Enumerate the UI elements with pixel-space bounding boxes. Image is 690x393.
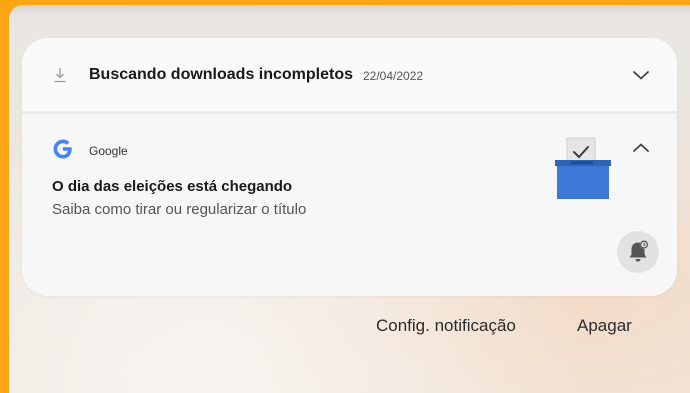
chevron-up-icon[interactable] (630, 138, 652, 158)
download-notification-date: 22/04/2022 (363, 69, 424, 83)
notification-settings-button[interactable]: Config. notificação (376, 316, 516, 336)
download-notification[interactable]: Buscando downloads incompletos 22/04/202… (22, 38, 677, 111)
bell-snooze-icon (629, 240, 649, 262)
ballot-box-icon (553, 134, 615, 202)
chevron-down-icon[interactable] (630, 65, 652, 85)
download-icon (52, 66, 68, 84)
clear-button[interactable]: Apagar (577, 316, 632, 336)
notification-title: O dia das eleições está chegando (52, 178, 293, 195)
app-name: Google (89, 144, 128, 158)
download-notification-title: Buscando downloads incompletos (89, 66, 354, 83)
notification-shade: Buscando downloads incompletos 22/04/202… (9, 5, 690, 393)
notification-divider (22, 111, 677, 114)
notification-group: Buscando downloads incompletos 22/04/202… (22, 38, 677, 296)
notification-body: Saiba como tirar ou regularizar o título (52, 201, 307, 218)
bell-snooze-button[interactable] (617, 231, 659, 273)
google-g-icon (51, 137, 75, 161)
status-bar-edge (9, 5, 690, 15)
